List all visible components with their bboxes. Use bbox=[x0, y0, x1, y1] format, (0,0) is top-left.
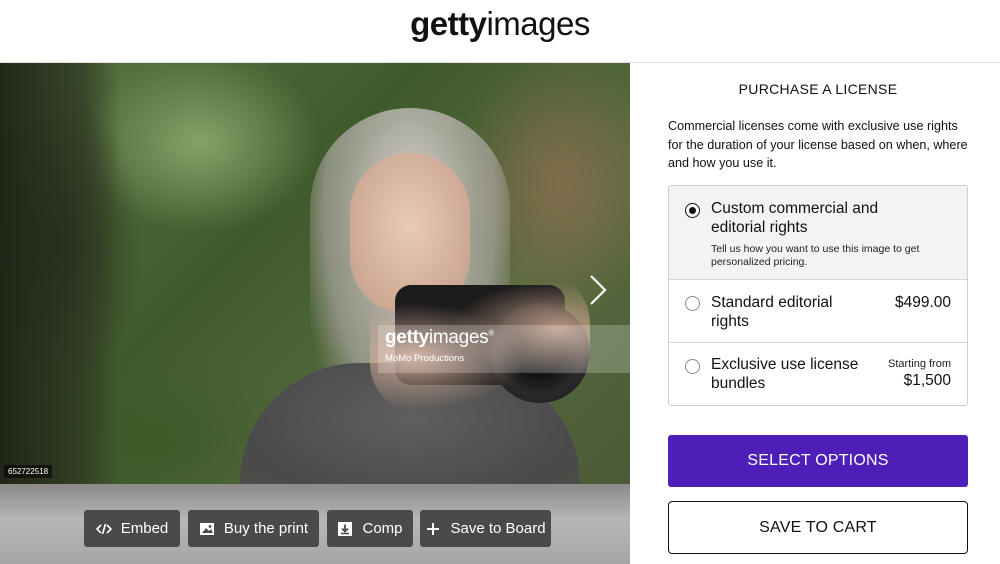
logo-regular-part: images bbox=[486, 5, 590, 42]
image-action-bar: Embed Buy the print Comp Save to Board bbox=[0, 484, 630, 564]
logo-bold-part: getty bbox=[410, 5, 487, 42]
license-option-label: Exclusive use license bundles bbox=[711, 356, 859, 392]
buy-the-print-label: Buy the print bbox=[223, 520, 309, 537]
image-icon bbox=[199, 521, 215, 537]
download-icon bbox=[337, 521, 353, 537]
license-option-sub: Tell us how you want to use this image t… bbox=[711, 243, 920, 268]
comp-button[interactable]: Comp bbox=[327, 510, 413, 547]
comp-button-label: Comp bbox=[362, 520, 403, 537]
radio-unselected-icon[interactable] bbox=[685, 359, 700, 374]
next-image-arrow-icon[interactable] bbox=[586, 273, 612, 309]
watermark-logo: gettyimages® bbox=[385, 327, 494, 349]
watermark-registered-mark: ® bbox=[488, 328, 494, 338]
license-option-standard-editorial[interactable]: Standard editorial rights $499.00 bbox=[669, 280, 967, 343]
radio-selected-icon[interactable] bbox=[685, 203, 700, 218]
photo-credit: MoMo Productions bbox=[385, 353, 465, 364]
license-option-label: Standard editorial rights bbox=[711, 294, 833, 330]
photo-tree-trunk bbox=[0, 63, 120, 484]
license-option-label: Custom commercial and editorial rights bbox=[711, 200, 879, 236]
plus-icon bbox=[425, 521, 441, 537]
code-icon bbox=[95, 521, 112, 537]
save-to-board-label: Save to Board bbox=[450, 520, 546, 537]
watermark-logo-bold: getty bbox=[385, 327, 429, 348]
select-options-button[interactable]: SELECT OPTIONS bbox=[668, 435, 968, 487]
image-watermark: gettyimages® MoMo Productions bbox=[378, 325, 630, 373]
license-description: Commercial licenses come with exclusive … bbox=[668, 119, 968, 170]
image-id-label: 652722518 bbox=[4, 465, 53, 478]
license-option-price: $499.00 bbox=[894, 294, 951, 311]
license-option-price: $1,500 bbox=[903, 372, 951, 389]
license-option-exclusive-bundles[interactable]: Exclusive use license bundles Starting f… bbox=[669, 343, 967, 405]
getty-images-logo[interactable]: gettyimages bbox=[0, 5, 1000, 43]
save-to-cart-button[interactable]: SAVE TO CART bbox=[668, 501, 968, 554]
embed-button[interactable]: Embed bbox=[84, 510, 180, 547]
watermark-logo-regular: images bbox=[428, 327, 489, 348]
license-panel-title: PURCHASE A LICENSE bbox=[738, 81, 898, 97]
license-panel: PURCHASE A LICENSE Commercial licenses c… bbox=[630, 63, 1000, 564]
radio-unselected-icon[interactable] bbox=[685, 296, 700, 311]
buy-the-print-button[interactable]: Buy the print bbox=[188, 510, 319, 547]
license-options: Custom commercial and editorial rights T… bbox=[668, 185, 968, 406]
save-to-board-button[interactable]: Save to Board bbox=[420, 510, 551, 547]
embed-button-label: Embed bbox=[120, 520, 169, 537]
license-option-custom[interactable]: Custom commercial and editorial rights T… bbox=[669, 186, 967, 280]
license-option-price-note: Starting from bbox=[888, 358, 951, 370]
site-header: gettyimages bbox=[0, 0, 1000, 63]
main-photo[interactable]: gettyimages® MoMo Productions 652722518 bbox=[0, 63, 630, 484]
